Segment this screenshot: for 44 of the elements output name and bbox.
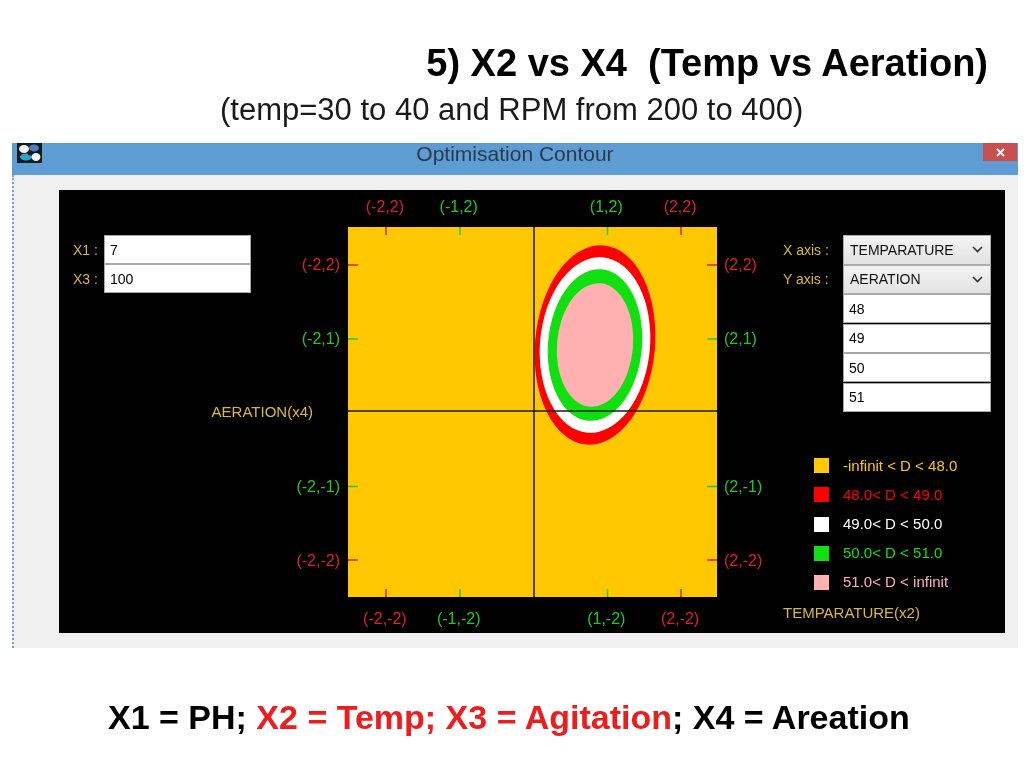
tick-label: (2,-2) [723, 550, 763, 570]
chevron-down-icon [972, 275, 983, 283]
variable-key-text: X1 = PH; X2 = Temp; X3 = Agitation; X4 = Areation [108, 698, 911, 736]
tick-label: (2,1) [723, 328, 757, 348]
tick-label: (2,2) [723, 254, 757, 274]
close-icon [995, 147, 1005, 157]
tick-label: (-2,-2) [296, 550, 340, 570]
tick-label: (-2,1) [301, 328, 340, 348]
chevron-down-icon [972, 246, 983, 254]
axis-dropdown[interactable]: TEMPARATURE [843, 235, 991, 265]
axis-dropdown[interactable]: AERATION [843, 264, 991, 294]
tick-label: (1,-2) [587, 608, 626, 628]
tick-label: (2,-2) [660, 608, 700, 628]
legend-label: 49.0< D < 50.0 [843, 515, 943, 533]
tick-label: (-1,2) [439, 196, 478, 216]
input-field[interactable]: 49 [843, 323, 991, 353]
legend-label: 48.0< D < 49.0 [843, 485, 943, 504]
legend-label: -infinit < D < 48.0 [843, 456, 958, 475]
axis-select-label: X axis : [783, 240, 830, 259]
axis-title: TEMPARATURE(x2) [783, 604, 920, 621]
slide-title: 5) X2 vs X4 (Temp vs Aeration) [426, 41, 988, 85]
tick-label: (2,-1) [723, 476, 763, 496]
legend-label: 50.0< D < 51.0 [843, 544, 943, 563]
field-label: X3 : [73, 269, 99, 288]
tick-label: (-2,2) [301, 254, 340, 274]
tick-label: (1,2) [589, 196, 623, 216]
slide-subtitle: (temp=30 to 40 and RPM from 200 to 400) [220, 93, 805, 127]
legend-label: 51.0< D < infinit [843, 573, 949, 592]
field-label: X1 : [73, 240, 99, 259]
tick-label: (-1,-2) [436, 608, 481, 628]
input-field[interactable]: 50 [843, 353, 991, 383]
axis-title: AERATION(x4) [211, 403, 313, 421]
input-field[interactable]: 100 [104, 264, 251, 293]
tick-label: (-2,-1) [296, 476, 340, 496]
close-button[interactable] [983, 143, 1017, 161]
input-field[interactable]: 7 [104, 235, 251, 264]
axis-select-label: Y axis : [783, 270, 830, 289]
window-title: Optimisation Contour [416, 143, 614, 165]
tick-label: (-2,2) [365, 196, 404, 216]
tick-label: (-2,-2) [363, 608, 407, 628]
app-icon [17, 143, 42, 163]
tick-label: (2,2) [663, 196, 697, 216]
input-field[interactable]: 51 [843, 382, 991, 412]
input-field[interactable]: 48 [843, 294, 991, 324]
